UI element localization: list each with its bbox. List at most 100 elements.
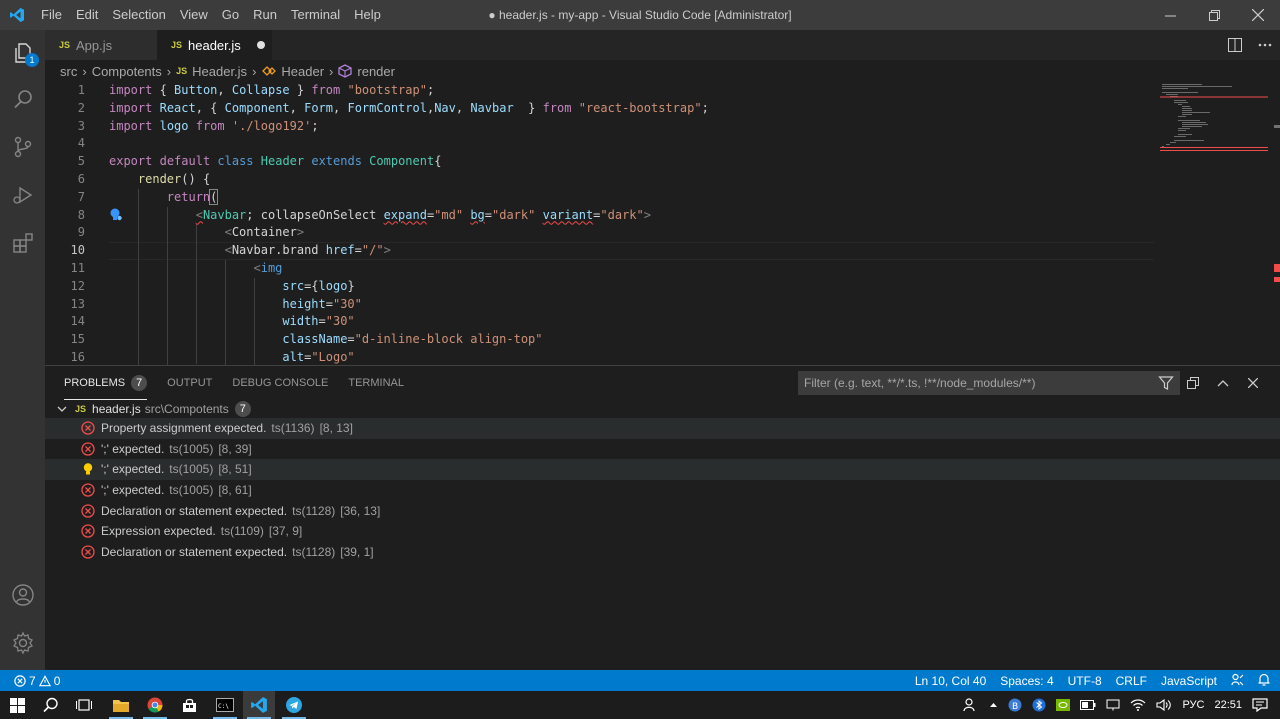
- problem-code: ts(1005): [169, 441, 214, 456]
- extensions-icon: [12, 233, 33, 253]
- maximize-panel-button[interactable]: [1208, 371, 1238, 395]
- store-taskbar[interactable]: [173, 691, 205, 719]
- scrollbar-thumb[interactable]: [1274, 125, 1280, 128]
- task-view-button[interactable]: [68, 691, 100, 719]
- breadcrumb-compotents[interactable]: Compotents: [92, 64, 162, 79]
- network-icon[interactable]: [1106, 699, 1120, 711]
- explorer-badge: 1: [25, 53, 39, 67]
- cursor-position[interactable]: Ln 10, Col 40: [915, 674, 986, 688]
- minimize-button[interactable]: [1148, 0, 1192, 30]
- problem-code: ts(1109): [220, 524, 264, 539]
- feedback-button[interactable]: [1231, 673, 1244, 689]
- menu-file[interactable]: File: [34, 0, 69, 30]
- clock[interactable]: 22:51: [1214, 699, 1242, 711]
- warning-icon: [38, 674, 51, 686]
- collapse-all-button[interactable]: [1178, 371, 1208, 395]
- action-center-icon[interactable]: [1252, 698, 1268, 712]
- taskbar-search-button[interactable]: [35, 691, 67, 719]
- more-actions-button[interactable]: [1250, 30, 1280, 60]
- menu-help[interactable]: Help: [347, 0, 388, 30]
- accounts-button[interactable]: [0, 572, 45, 618]
- notifications-button[interactable]: [1258, 673, 1270, 689]
- folder-icon: [113, 699, 129, 712]
- code-editor[interactable]: 1 2 3 4 5 6 7 8 9 10 11 12 13 14 15 16 i…: [45, 82, 1280, 365]
- vscode-taskbar[interactable]: [243, 691, 275, 719]
- end-of-line[interactable]: CRLF: [1116, 674, 1147, 688]
- problems-file-group[interactable]: JS header.js src\Compotents 7: [45, 399, 1280, 419]
- problem-message: Expression expected.: [101, 524, 216, 539]
- restore-button[interactable]: [1192, 0, 1236, 30]
- line-number: 2: [77, 100, 85, 115]
- people-icon[interactable]: [963, 698, 979, 712]
- tab-debug-console[interactable]: DEBUG CONSOLE: [232, 366, 328, 400]
- chrome-taskbar[interactable]: [139, 691, 171, 719]
- close-window-button[interactable]: [1236, 0, 1280, 30]
- minimap[interactable]: [1160, 82, 1268, 162]
- tab-app-js[interactable]: JS App.js: [45, 30, 157, 60]
- chevron-up-icon[interactable]: [989, 702, 998, 708]
- app-tray-icon[interactable]: B: [1008, 698, 1022, 712]
- menu-selection[interactable]: Selection: [105, 0, 172, 30]
- problem-item[interactable]: Declaration or statement expected. ts(11…: [45, 500, 1280, 521]
- warning-count: 0: [53, 673, 61, 688]
- telegram-taskbar[interactable]: [278, 691, 310, 719]
- encoding[interactable]: UTF-8: [1068, 674, 1102, 688]
- bluetooth-icon[interactable]: [1032, 698, 1046, 712]
- manage-button[interactable]: [0, 620, 45, 666]
- problem-item[interactable]: ';' expected. ts(1005) [8, 61]: [45, 480, 1280, 501]
- menu-view[interactable]: View: [173, 0, 215, 30]
- problem-item[interactable]: ';' expected. ts(1005) [8, 39]: [45, 439, 1280, 460]
- breadcrumb-file[interactable]: Header.js: [192, 64, 247, 79]
- explorer-button[interactable]: 1: [0, 30, 45, 76]
- problem-item[interactable]: ';' expected. ts(1005) [8, 51]: [45, 459, 1280, 480]
- unsaved-dot-icon[interactable]: [256, 41, 265, 49]
- input-language[interactable]: РУС: [1182, 699, 1204, 711]
- problem-item[interactable]: Property assignment expected. ts(1136) […: [45, 418, 1280, 439]
- filter-icon[interactable]: [1158, 375, 1174, 391]
- file-explorer-taskbar[interactable]: [105, 691, 137, 719]
- run-debug-button[interactable]: [0, 172, 45, 218]
- error-icon: [81, 524, 95, 538]
- tab-problems[interactable]: PROBLEMS 7: [64, 366, 148, 400]
- close-panel-button[interactable]: [1238, 371, 1268, 395]
- nvidia-icon[interactable]: [1056, 699, 1071, 711]
- start-button[interactable]: [1, 691, 33, 719]
- tab-terminal[interactable]: TERMINAL: [348, 366, 404, 400]
- line-number: 6: [77, 172, 85, 186]
- problem-item[interactable]: Declaration or statement expected. ts(11…: [45, 542, 1280, 563]
- menu-terminal[interactable]: Terminal: [284, 0, 347, 30]
- vscode-logo-icon: [0, 0, 34, 30]
- chevron-right-icon: ›: [252, 63, 257, 79]
- wifi-icon[interactable]: [1130, 699, 1146, 711]
- problems-file-name: header.js: [92, 402, 141, 416]
- lightbulb-icon[interactable]: [81, 462, 95, 476]
- code-line-9: <Container>: [224, 225, 305, 240]
- tab-header-js[interactable]: JS header.js: [157, 30, 272, 60]
- extensions-button[interactable]: [0, 220, 45, 266]
- language-mode[interactable]: JavaScript: [1161, 674, 1217, 688]
- battery-icon[interactable]: [1080, 700, 1096, 710]
- source-control-button[interactable]: [0, 124, 45, 170]
- search-button[interactable]: [0, 76, 45, 122]
- error-icon: [81, 504, 95, 518]
- menu-run[interactable]: Run: [246, 0, 284, 30]
- problems-filter-input[interactable]: Filter (e.g. text, **/*.ts, !**/node_mod…: [798, 371, 1180, 395]
- tab-output[interactable]: OUTPUT: [167, 366, 212, 400]
- problems-file-path: src\Compotents: [144, 402, 229, 416]
- problems-status[interactable]: 7 0: [14, 670, 60, 691]
- error-icon: [81, 545, 95, 559]
- line-number: 8: [77, 207, 85, 222]
- problem-code: ts(1005): [169, 462, 214, 477]
- breadcrumb-src[interactable]: src: [60, 64, 77, 79]
- menu-edit[interactable]: Edit: [69, 0, 105, 30]
- volume-icon[interactable]: [1156, 699, 1172, 711]
- problem-message: ';' expected.: [101, 441, 165, 456]
- editor-actions: [1220, 30, 1280, 60]
- breadcrumb-symbol-header[interactable]: Header: [281, 64, 324, 79]
- terminal-taskbar[interactable]: C:\: [209, 691, 241, 719]
- split-editor-button[interactable]: [1220, 30, 1250, 60]
- indentation[interactable]: Spaces: 4: [1000, 674, 1053, 688]
- menu-go[interactable]: Go: [215, 0, 246, 30]
- problem-item[interactable]: Expression expected. ts(1109) [37, 9]: [45, 521, 1280, 542]
- breadcrumb-symbol-render[interactable]: render: [357, 64, 395, 79]
